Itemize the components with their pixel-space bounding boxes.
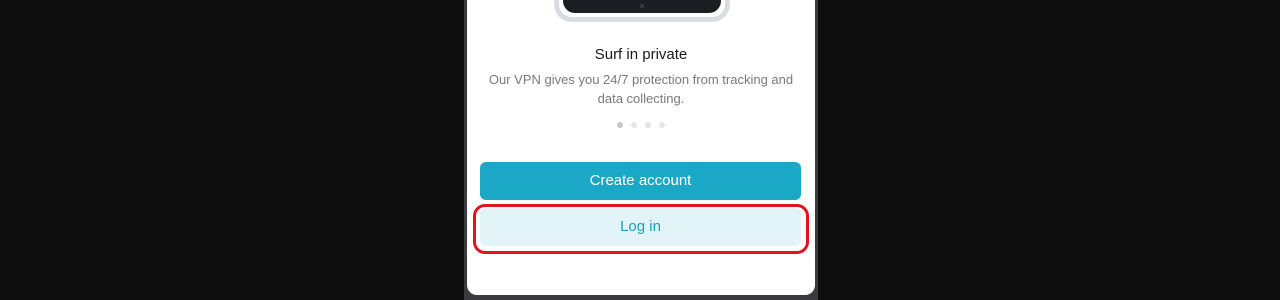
page-dot-2[interactable] [631, 122, 637, 128]
create-account-button[interactable]: Create account [480, 162, 801, 200]
onboarding-heading: Surf in private [594, 46, 688, 63]
close-icon: × [639, 1, 645, 11]
device-screen: × [563, 0, 721, 13]
page-indicator [467, 122, 815, 128]
page-dot-4[interactable] [659, 122, 665, 128]
device-illustration: × [554, 0, 730, 22]
phone-frame: × Surf in private Our VPN gives you 24/7… [464, 0, 818, 300]
page-dot-1[interactable] [617, 122, 623, 128]
onboarding-screen: × Surf in private Our VPN gives you 24/7… [467, 0, 815, 295]
page-dot-3[interactable] [645, 122, 651, 128]
onboarding-description: Our VPN gives you 24/7 protection from t… [488, 72, 794, 106]
login-button[interactable]: Log in [480, 208, 801, 246]
